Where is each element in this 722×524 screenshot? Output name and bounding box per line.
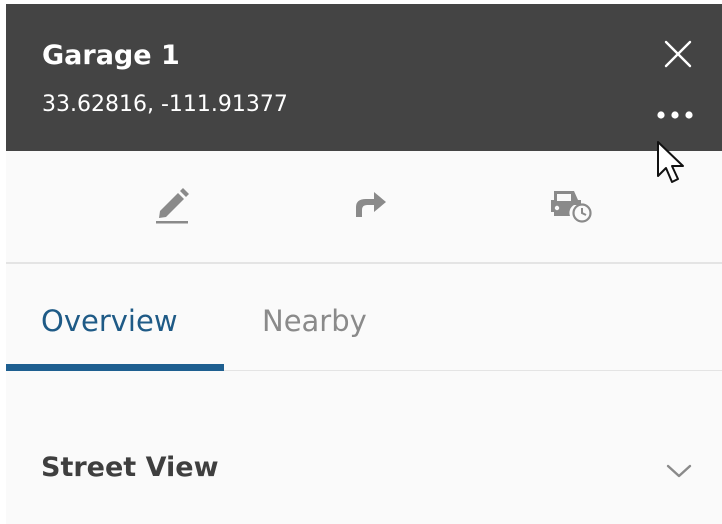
directions-button[interactable] bbox=[340, 173, 400, 233]
street-view-section[interactable]: Street View bbox=[6, 424, 722, 524]
more-options-icon bbox=[657, 111, 693, 119]
car-clock-icon bbox=[551, 191, 592, 223]
active-tab-indicator bbox=[6, 364, 224, 371]
location-card: Garage 1 33.62816, -111.91377 Overview N… bbox=[6, 4, 722, 524]
share-arrow-icon bbox=[356, 192, 386, 217]
close-button[interactable] bbox=[658, 34, 698, 74]
action-bar bbox=[6, 151, 722, 263]
location-coordinates: 33.62816, -111.91377 bbox=[42, 92, 288, 117]
close-icon bbox=[664, 40, 692, 68]
location-title: Garage 1 bbox=[42, 40, 180, 71]
street-view-label: Street View bbox=[41, 452, 219, 483]
edit-button[interactable] bbox=[142, 173, 202, 233]
tabs-divider bbox=[224, 370, 722, 371]
chevron-down-icon bbox=[666, 464, 692, 478]
mouse-cursor-icon bbox=[657, 141, 684, 183]
card-header: Garage 1 33.62816, -111.91377 bbox=[6, 4, 722, 151]
tab-nearby[interactable]: Nearby bbox=[262, 304, 367, 338]
pencil-icon bbox=[156, 188, 189, 224]
tab-bar: Overview Nearby bbox=[6, 264, 722, 374]
more-options-button[interactable] bbox=[650, 100, 700, 130]
travel-time-button[interactable] bbox=[540, 173, 600, 233]
tab-overview[interactable]: Overview bbox=[41, 304, 178, 338]
